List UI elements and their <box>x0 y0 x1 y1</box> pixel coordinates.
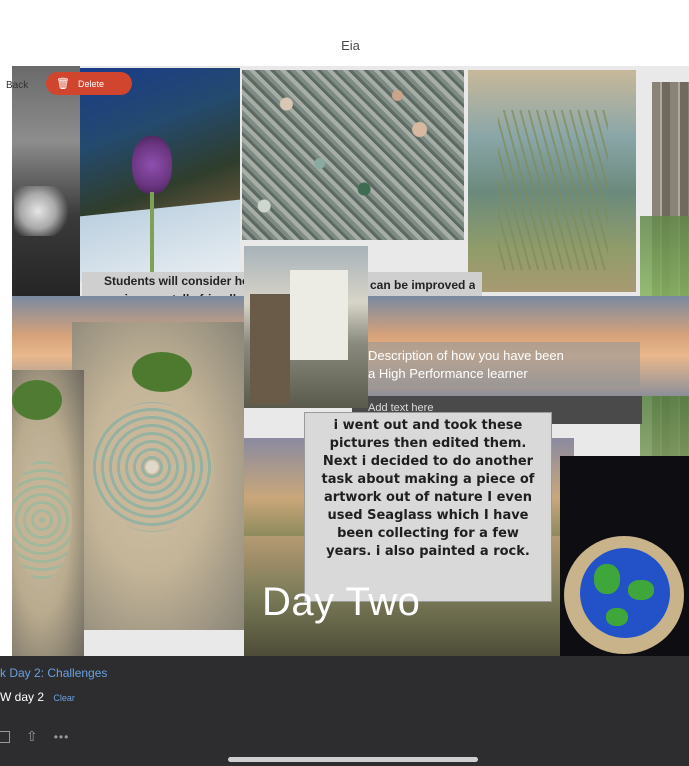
delete-label: Delete <box>77 78 104 89</box>
window-title: Eia <box>341 38 360 53</box>
clear-button[interactable]: Clear <box>53 693 75 703</box>
description-line1: Description of how you have been <box>368 348 564 363</box>
bottom-toolbar: ⇧ ••• <box>0 728 69 745</box>
mandala-small-photo[interactable] <box>12 370 84 656</box>
pebbles-photo[interactable] <box>242 70 464 240</box>
shell-photo[interactable] <box>12 66 80 316</box>
caption-env-right: can be improved a <box>370 278 476 292</box>
trash-icon: 🗑 <box>56 78 70 90</box>
back-button[interactable]: Back <box>6 80 28 91</box>
house-photo[interactable] <box>244 246 368 408</box>
square-icon[interactable] <box>0 730 10 743</box>
mandala-photo[interactable] <box>72 322 244 630</box>
delete-button[interactable]: 🗑 Delete <box>46 72 132 95</box>
student-text-box[interactable]: i went out and took these pictures then … <box>304 412 552 602</box>
home-indicator <box>228 757 478 762</box>
challenge-link[interactable]: k Day 2: Challenges <box>0 666 107 680</box>
caption-env-left: Students will consider ho <box>104 274 250 288</box>
entry-title-row: W day 2 Clear <box>0 690 75 704</box>
more-button[interactable]: ••• <box>54 730 70 744</box>
entry-title: W day 2 <box>0 690 45 704</box>
lavender-photo[interactable] <box>80 68 240 282</box>
description-line2: a High Performance learner <box>368 366 528 381</box>
day-title: Day Two <box>262 580 421 624</box>
plant-photo[interactable] <box>468 70 636 292</box>
title-bar: Eia <box>12 8 689 67</box>
painted-rock-photo[interactable] <box>560 456 689 656</box>
share-icon[interactable]: ⇧ <box>26 728 38 745</box>
